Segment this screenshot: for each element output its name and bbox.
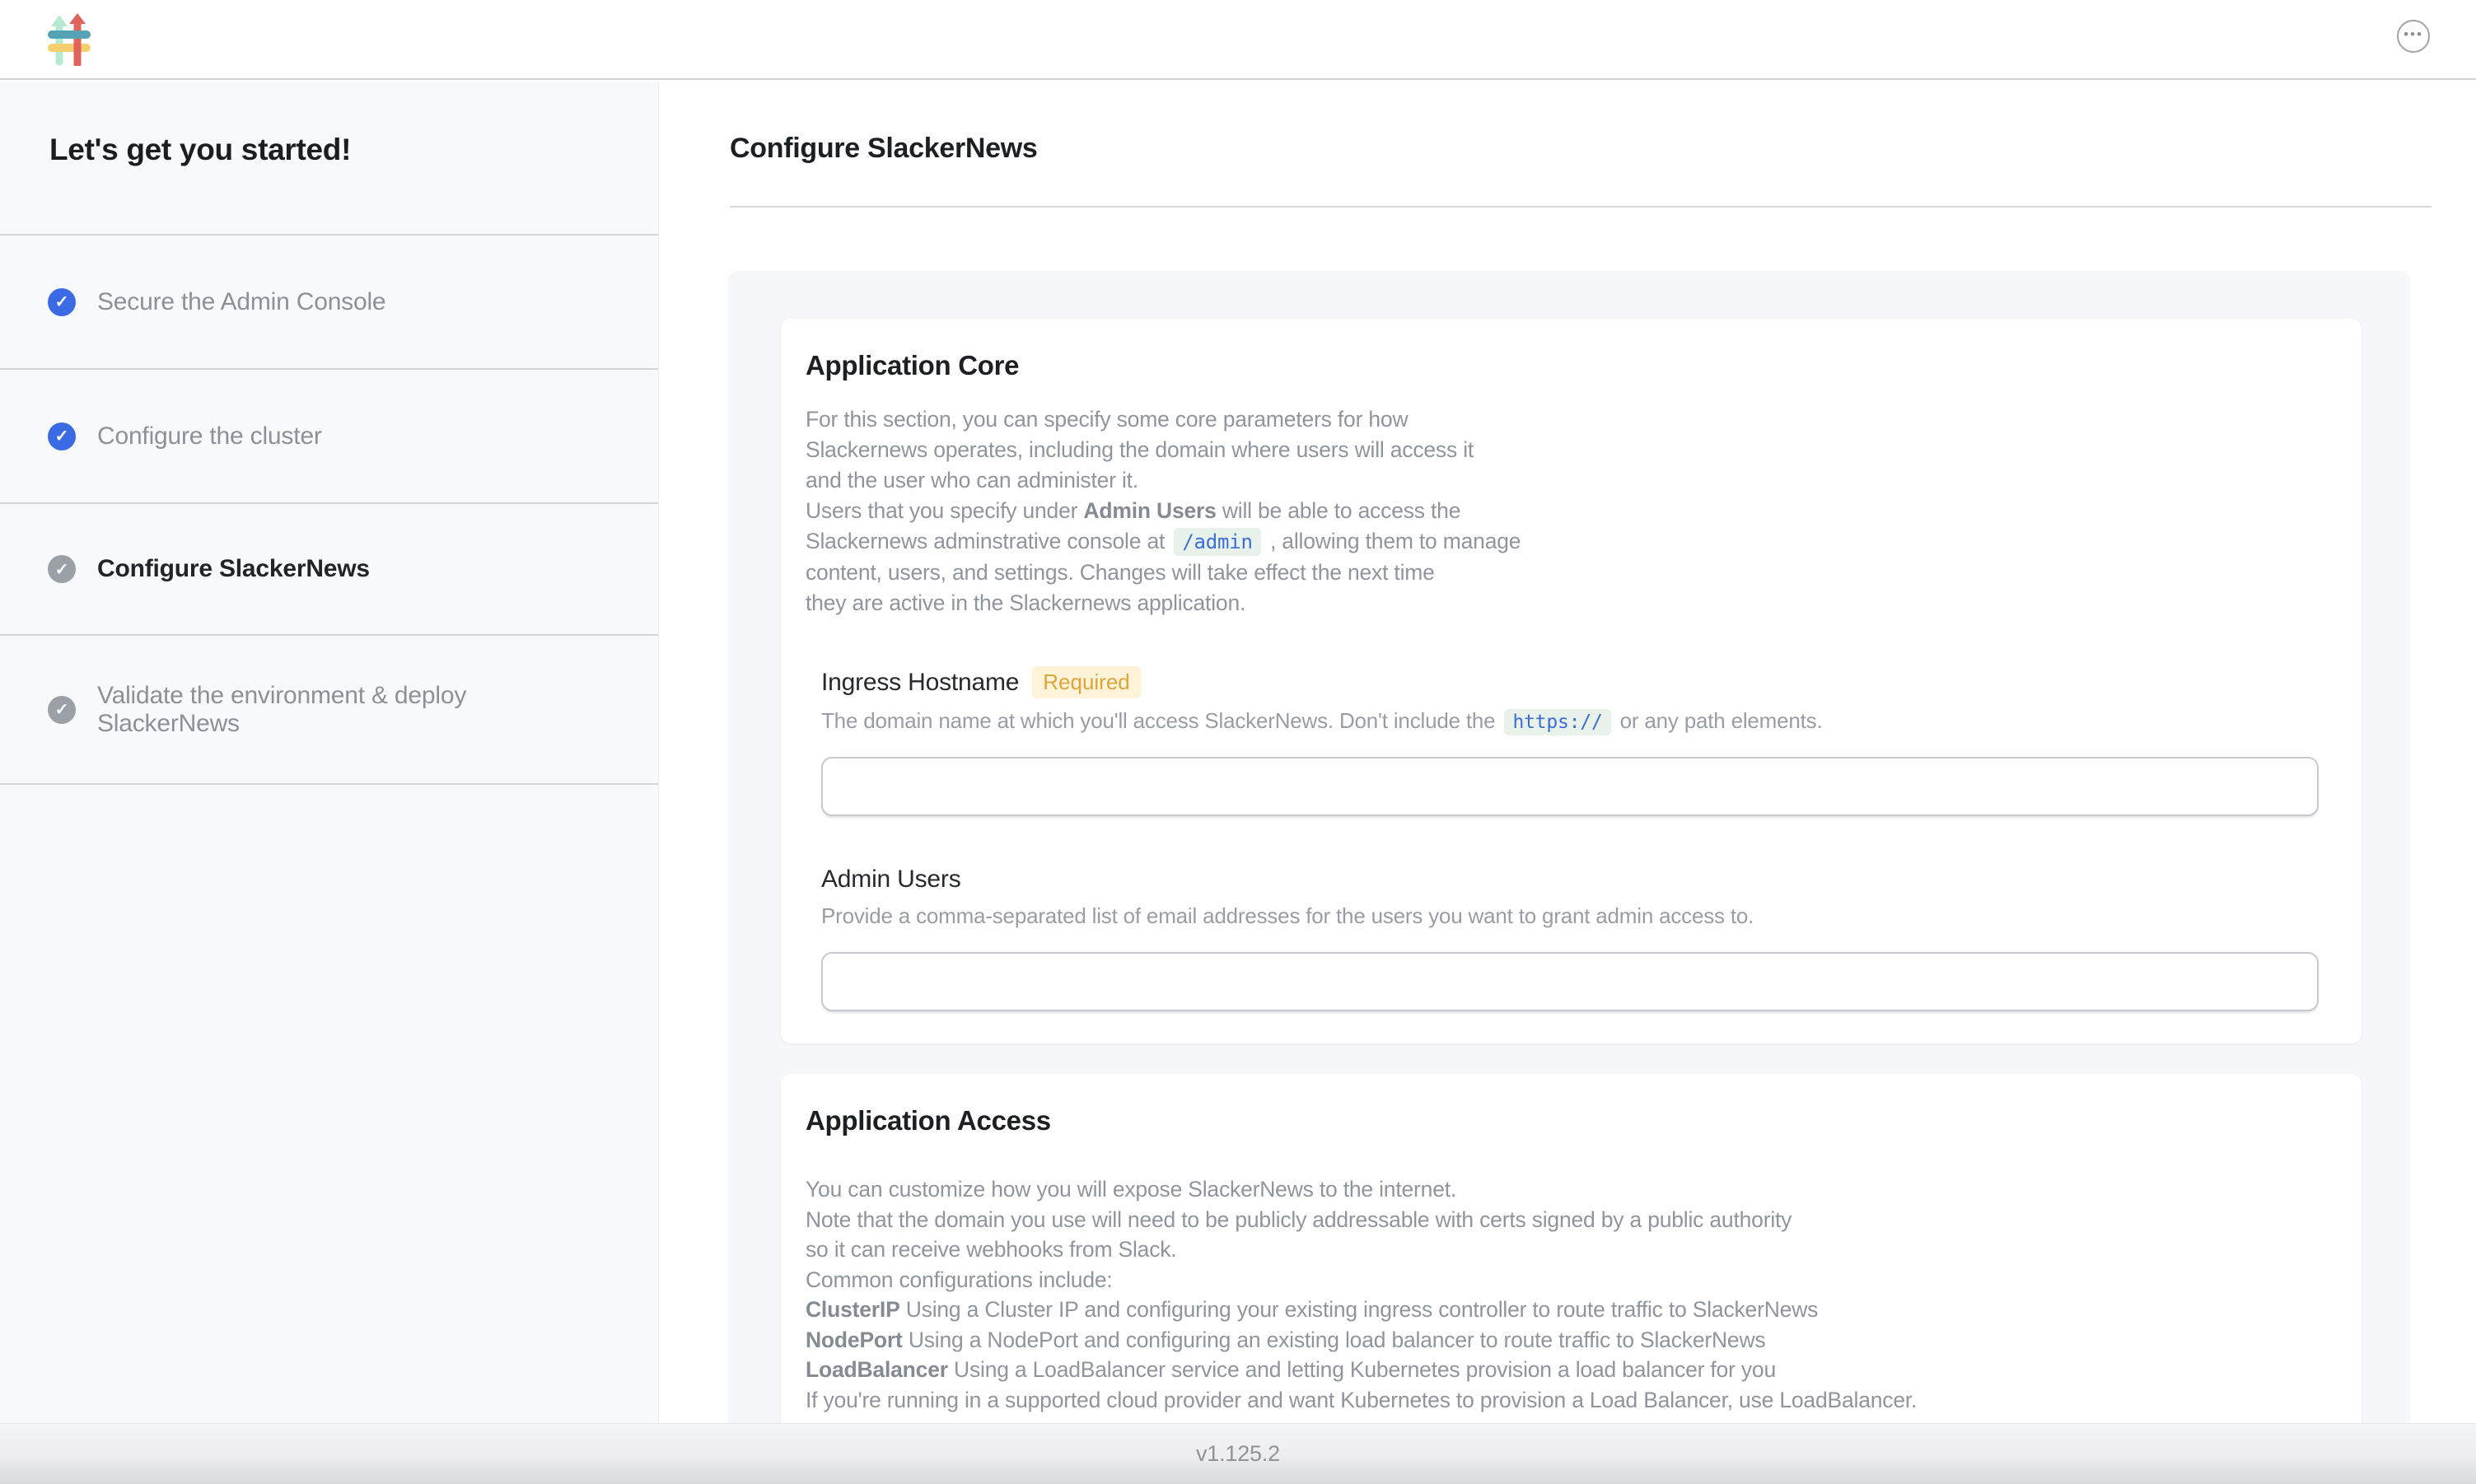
top-bar: •••: [0, 0, 2476, 80]
required-badge: Required: [1032, 666, 1141, 698]
page-title: Configure SlackerNews: [730, 133, 1038, 165]
title-divider: [730, 206, 2432, 208]
application-access-card: Application Access You can customize how…: [781, 1074, 2362, 1423]
sidebar-step-secure-admin-console[interactable]: ✓ Secure the Admin Console: [0, 234, 658, 368]
description-line: LoadBalancer Using a LoadBalancer servic…: [806, 1355, 2329, 1385]
check-circle-icon: ✓: [48, 696, 76, 724]
application-core-description: For this section, you can specify some c…: [806, 404, 2329, 618]
description-line: ClusterIP Using a Cluster IP and configu…: [806, 1295, 2329, 1325]
description-line: Note that the domain you use will need t…: [806, 1205, 2329, 1235]
admin-users-help: Provide a comma-separated list of email …: [821, 903, 2329, 929]
description-line: Slackernews operates, including the doma…: [806, 435, 2329, 465]
application-core-card: Application Core For this section, you c…: [781, 319, 2362, 1043]
sidebar-step-configure-slackernews[interactable]: ✓ Configure SlackerNews: [0, 502, 658, 634]
description-line: Users that you specify under Admin Users…: [806, 496, 2329, 526]
sidebar-heading: Let's get you started!: [0, 82, 658, 234]
description-line: Slackernews adminstrative console at /ad…: [806, 526, 2329, 558]
description-line: Common configurations include:: [806, 1265, 2329, 1295]
description-line: NodePort Using a NodePort and configurin…: [806, 1325, 2329, 1356]
description-line: and the user who can administer it.: [806, 465, 2329, 496]
admin-users-label: Admin Users: [821, 866, 961, 894]
ingress-hostname-field-group: Ingress Hostname Required The domain nam…: [821, 666, 2329, 816]
sidebar-step-configure-cluster[interactable]: ✓ Configure the cluster: [0, 368, 658, 502]
setup-wizard-page: ••• Let's get you started! ✓ Secure the …: [0, 0, 2476, 1484]
ingress-hostname-help: The domain name at which you'll access S…: [821, 708, 2329, 734]
description-line: For this section, you can specify some c…: [806, 404, 2329, 435]
application-access-description: You can customize how you will expose Sl…: [806, 1174, 2329, 1415]
description-line: You can customize how you will expose Sl…: [806, 1174, 2329, 1205]
application-core-heading: Application Core: [806, 350, 2329, 381]
sidebar-step-label: Configure SlackerNews: [97, 555, 370, 583]
admin-users-input[interactable]: [821, 952, 2319, 1011]
footer-bar: v1.125.2: [0, 1423, 2476, 1484]
setup-steps-sidebar: Let's get you started! ✓ Secure the Admi…: [0, 82, 659, 1423]
description-line: content, users, and settings. Changes wi…: [806, 558, 2329, 588]
sidebar-step-validate-deploy[interactable]: ✓ Validate the environment & deploy Slac…: [0, 634, 658, 785]
ingress-hostname-input[interactable]: [821, 757, 2319, 816]
description-line: they are active in the Slackernews appli…: [806, 588, 2329, 618]
check-circle-icon: ✓: [48, 288, 76, 316]
description-line: If you're running in a supported cloud p…: [806, 1385, 2329, 1416]
more-options-button[interactable]: •••: [2397, 20, 2430, 53]
version-label: v1.125.2: [1196, 1441, 1280, 1467]
sidebar-step-label: Validate the environment & deploy Slacke…: [97, 682, 542, 738]
slackernews-logo-icon: [46, 13, 92, 66]
config-main-area: Configure SlackerNews Application Core F…: [660, 82, 2476, 1423]
ellipsis-icon: •••: [2404, 27, 2423, 46]
ingress-hostname-label: Ingress Hostname: [821, 669, 1019, 697]
description-line: so it can receive webhooks from Slack.: [806, 1234, 2329, 1265]
check-circle-icon: ✓: [48, 555, 76, 583]
config-form-panel: Application Core For this section, you c…: [728, 271, 2410, 1423]
sidebar-step-label: Configure the cluster: [97, 422, 322, 450]
check-circle-icon: ✓: [48, 422, 76, 450]
admin-users-field-group: Admin Users Provide a comma-separated li…: [821, 866, 2329, 1011]
application-access-heading: Application Access: [806, 1105, 2329, 1136]
sidebar-step-label: Secure the Admin Console: [97, 288, 385, 316]
